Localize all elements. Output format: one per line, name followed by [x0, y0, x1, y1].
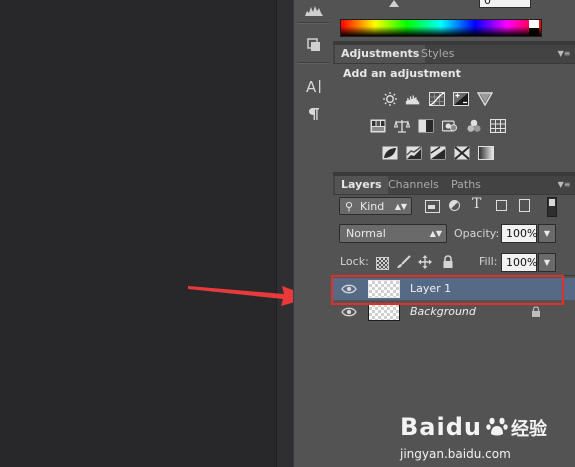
dock-divider — [298, 22, 329, 24]
color-balance-icon[interactable] — [394, 119, 410, 133]
tab-channels[interactable]: Channels — [382, 176, 445, 194]
lock-image-pixels-icon[interactable] — [396, 255, 412, 272]
hue-saturation-icon[interactable] — [370, 119, 386, 133]
vibrance-icon[interactable] — [477, 92, 493, 106]
blend-mode-select[interactable]: Normal ▲▼ — [339, 224, 447, 243]
baidu-paw-icon — [485, 415, 508, 437]
right-panels: 0 Adjustments Styles ▼≡ Add an adjustmen… — [333, 0, 575, 467]
layers-tabbar: Layers Channels Paths ▼≡ — [333, 176, 575, 195]
svg-text:A: A — [306, 78, 317, 95]
panel-dock-strip: A — [293, 0, 334, 467]
annotation-highlight-box — [331, 275, 564, 305]
fill-input[interactable]: 100% — [501, 253, 537, 272]
layer-filter-kind-select[interactable]: ⚲ Kind ▲▼ — [339, 197, 412, 215]
blend-mode-value: Normal — [346, 227, 386, 240]
tab-adjustments[interactable]: Adjustments — [335, 45, 426, 63]
histogram-icon[interactable] — [303, 0, 325, 20]
layer-lock-icon — [532, 306, 540, 317]
lock-position-icon[interactable] — [418, 255, 432, 272]
tab-paths[interactable]: Paths — [445, 176, 487, 194]
layer-thumbnail — [368, 303, 400, 321]
color-value-field[interactable]: 0 — [479, 0, 531, 8]
dock-divider — [298, 62, 329, 64]
brightness-contrast-icon[interactable] — [382, 92, 398, 106]
invert-icon[interactable] — [382, 146, 398, 160]
levels-icon[interactable] — [405, 92, 421, 106]
panel-menu-icon[interactable]: ▼≡ — [557, 49, 571, 58]
posterize-icon[interactable] — [406, 146, 422, 160]
fill-dropdown-button[interactable]: ▼ — [538, 253, 556, 272]
color-black-swatch[interactable] — [529, 28, 539, 36]
select-stepper-icon: ▲▼ — [429, 229, 442, 238]
lock-label: Lock: — [340, 255, 369, 268]
filter-pixel-layers-icon[interactable] — [425, 200, 440, 213]
gradient-map-icon[interactable] — [478, 146, 494, 160]
paragraph-icon[interactable] — [303, 104, 325, 124]
filter-shape-layers-icon[interactable] — [496, 200, 507, 211]
baidu-jingyan-text: 经验 — [511, 419, 547, 440]
filter-kind-label: Kind — [360, 200, 385, 213]
opacity-label: Opacity: — [454, 227, 500, 240]
tab-layers[interactable]: Layers — [335, 176, 388, 194]
layer-name[interactable]: Background — [410, 305, 476, 318]
black-white-icon[interactable] — [418, 119, 434, 133]
filter-search-icon: ⚲ — [345, 200, 354, 213]
document-canvas-area[interactable] — [0, 0, 276, 467]
baidu-watermark: Baidu 经验 jingyan.baidu.com — [400, 413, 547, 461]
panel-menu-icon[interactable]: ▼≡ — [557, 180, 571, 189]
baidu-brand-text: Baidu — [400, 413, 482, 441]
color-spectrum-shade — [341, 20, 541, 36]
filter-toggle-switch[interactable] — [547, 197, 557, 217]
channel-mixer-icon[interactable] — [466, 119, 482, 133]
canvas-scroll-edge — [276, 0, 293, 467]
layer-comps-icon[interactable] — [303, 35, 325, 55]
adjustments-tabbar: Adjustments Styles ▼≡ — [333, 45, 575, 64]
filter-adjustment-layers-icon[interactable] — [449, 200, 460, 211]
filter-smart-objects-icon[interactable] — [519, 199, 530, 212]
photo-filter-icon[interactable] — [442, 119, 458, 133]
curves-icon[interactable] — [429, 92, 445, 106]
lock-transparent-pixels-icon[interactable] — [376, 257, 389, 270]
color-lookup-icon[interactable] — [490, 119, 506, 133]
color-white-swatch[interactable] — [529, 20, 539, 28]
adjustments-heading: Add an adjustment — [343, 67, 461, 80]
color-slider-handle-icon[interactable] — [389, 0, 399, 7]
lock-all-icon[interactable] — [442, 255, 454, 272]
opacity-dropdown-button[interactable]: ▼ — [538, 224, 556, 243]
baidu-url-text: jingyan.baidu.com — [400, 447, 511, 461]
threshold-icon[interactable] — [430, 146, 446, 160]
visibility-eye-icon[interactable] — [341, 305, 357, 319]
tab-styles[interactable]: Styles — [415, 45, 460, 63]
selective-color-icon[interactable] — [454, 146, 470, 160]
select-stepper-icon: ▲▼ — [394, 202, 407, 211]
opacity-input[interactable]: 100% — [501, 224, 537, 243]
filter-type-layers-icon[interactable]: T — [472, 196, 481, 212]
exposure-icon[interactable] — [453, 92, 469, 106]
character-icon[interactable]: A — [303, 76, 325, 96]
fill-label: Fill: — [479, 255, 498, 268]
